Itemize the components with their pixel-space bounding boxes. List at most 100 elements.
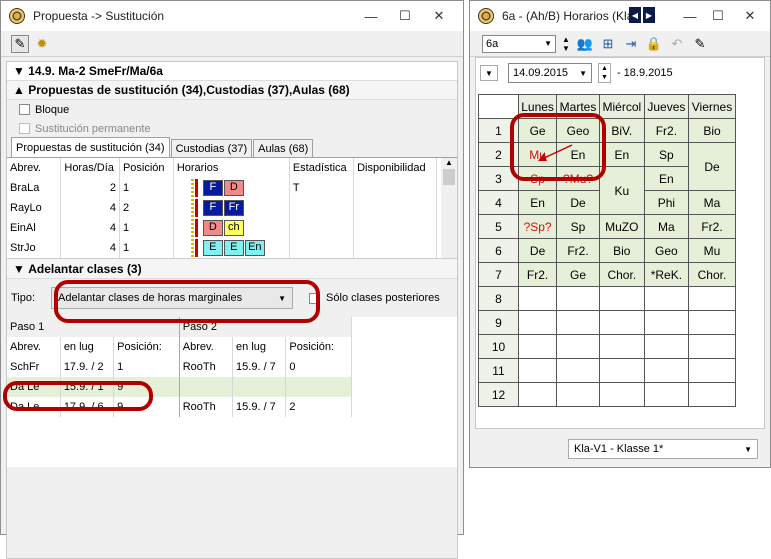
table-row[interactable]: EinAl 4 1 Dch (7, 218, 437, 238)
close-button[interactable]: ✕ (736, 1, 764, 31)
lesson-cell[interactable] (517, 334, 558, 359)
pcol-abrev-2[interactable]: Abrev. (179, 337, 234, 357)
lesson-cell[interactable] (687, 334, 737, 359)
lesson-cell[interactable] (687, 382, 737, 407)
col-availability[interactable]: Disponibilidad (353, 158, 437, 178)
schedule-block[interactable]: F (202, 200, 223, 216)
lesson-cell[interactable] (517, 310, 558, 335)
lesson-cell[interactable]: En (643, 166, 689, 191)
lesson-cell[interactable] (643, 334, 689, 359)
date-picker[interactable]: 14.09.2015 ▼ (508, 63, 592, 83)
lesson-cell[interactable]: Ma (687, 190, 737, 215)
lesson-cell[interactable] (598, 310, 645, 335)
lock-icon[interactable]: 🔒 (645, 35, 663, 53)
grid-icon[interactable]: ⊞ (599, 35, 617, 53)
lesson-cell[interactable]: En (598, 142, 645, 167)
schedule-block[interactable]: ch (223, 220, 244, 236)
nav-next-button[interactable]: ▶ (643, 7, 655, 23)
col-statistics[interactable]: Estadística (289, 158, 355, 178)
maximize-button[interactable]: ☐ (391, 1, 419, 31)
col-position[interactable]: Posición (119, 158, 174, 178)
lesson-cell[interactable]: Ku (598, 166, 645, 215)
undo-icon[interactable]: ↶ (668, 35, 686, 53)
lesson-cell[interactable]: Bio (687, 118, 737, 143)
pcol-pos-1[interactable]: Posición: (113, 337, 180, 357)
lesson-cell[interactable]: Fr2. (687, 214, 737, 239)
lesson-cell[interactable]: Sp (643, 142, 689, 167)
lesson-cell[interactable]: Ge (556, 262, 600, 287)
pcol-abrev-1[interactable]: Abrev. (7, 337, 61, 357)
lesson-cell[interactable] (598, 382, 645, 407)
table-row[interactable]: SchFr 17.9. / 2 1 RooTh 15.9. / 70 (7, 357, 352, 377)
lesson-cell[interactable]: Ma (643, 214, 689, 239)
schedule-block[interactable]: E (223, 240, 244, 256)
spinner-icon[interactable]: ▲ ▼ (561, 35, 571, 53)
lesson-cell[interactable]: De (556, 190, 600, 215)
lesson-cell[interactable] (517, 286, 558, 311)
lesson-cell[interactable]: Fr2. (556, 238, 600, 263)
edit-settings-icon[interactable]: ✎ (691, 35, 709, 53)
tab-custodies[interactable]: Custodias (37) (170, 139, 253, 157)
lesson-cell[interactable]: Chor. (687, 262, 737, 287)
lesson-cell[interactable] (643, 358, 689, 383)
lesson-cell[interactable] (643, 382, 689, 407)
lesson-cell[interactable]: Sp (556, 214, 600, 239)
edit-settings-icon[interactable]: ✎ (11, 34, 29, 53)
schedule-block[interactable]: Fr (223, 200, 244, 216)
lesson-cell[interactable]: BiV. (598, 118, 645, 143)
lesson-cell[interactable] (687, 358, 737, 383)
schedule-block[interactable]: E (202, 240, 223, 256)
col-abrev[interactable]: Abrev. (7, 158, 62, 178)
minimize-button[interactable]: — (676, 1, 704, 31)
lesson-cell[interactable] (556, 310, 600, 335)
pcol-enlug-2[interactable]: en lug (232, 337, 287, 357)
lesson-cell[interactable]: Mu (687, 238, 737, 263)
import-icon[interactable]: ⇥ (622, 35, 640, 53)
tab-rooms[interactable]: Aulas (68) (253, 139, 314, 157)
minimize-button[interactable]: — (357, 1, 385, 31)
lesson-cell[interactable]: De (517, 238, 558, 263)
gear-icon[interactable]: ✹ (33, 35, 51, 53)
lesson-cell[interactable] (598, 358, 645, 383)
lesson-cell[interactable] (517, 382, 558, 407)
lesson-cell[interactable]: En (517, 190, 558, 215)
lesson-cell[interactable] (687, 286, 737, 311)
maximize-button[interactable]: ☐ (704, 1, 732, 31)
class-select[interactable]: 6a ▼ (482, 34, 556, 53)
schedule-block[interactable]: D (223, 180, 244, 196)
tab-proposals[interactable]: Propuestas de sustitución (34) (11, 137, 170, 157)
people-icon[interactable]: 👥 (576, 35, 594, 53)
lesson-cell[interactable] (556, 382, 600, 407)
pcol-enlug-1[interactable]: en lug (60, 337, 115, 357)
lesson-cell[interactable]: Chor. (598, 262, 645, 287)
lesson-cell[interactable]: Phi (643, 190, 689, 215)
lesson-cell[interactable] (598, 334, 645, 359)
lesson-cell[interactable] (556, 358, 600, 383)
permanent-checkbox[interactable]: Sustitución permanente (7, 119, 457, 138)
bloque-checkbox[interactable]: Bloque (7, 100, 457, 119)
lesson-cell[interactable]: Fr2. (643, 118, 689, 143)
lesson-cell[interactable]: MuZO (598, 214, 645, 239)
lesson-cell[interactable] (643, 310, 689, 335)
schedule-block[interactable]: En (244, 240, 265, 256)
collapse-button[interactable]: ▼ (480, 65, 498, 81)
nav-prev-button[interactable]: ◀ (629, 7, 641, 23)
pcol-pos-2[interactable]: Posición: (285, 337, 352, 357)
lesson-cell[interactable]: De (687, 142, 737, 191)
advance-section-header[interactable]: ▼ Adelantar clases (3) (7, 259, 457, 279)
close-button[interactable]: ✕ (425, 1, 453, 31)
table-row[interactable]: RayLo 4 2 F Fr (7, 198, 437, 218)
table-row[interactable]: BraLa 2 1 F D T (7, 178, 437, 198)
proposals-section-header[interactable]: ▲ Propuestas de sustitución (34),Custodi… (7, 81, 457, 100)
date-spinner[interactable]: ▲ ▼ (598, 63, 611, 83)
lesson-cell[interactable]: ?Sp? (517, 214, 558, 239)
schedule-block[interactable]: F (202, 180, 223, 196)
lesson-cell[interactable]: *ReK. (643, 262, 689, 287)
scroll-thumb[interactable] (443, 169, 455, 185)
lesson-cell[interactable]: Geo (643, 238, 689, 263)
lesson-cell[interactable]: Fr2. (517, 262, 558, 287)
lesson-cell[interactable] (598, 286, 645, 311)
lesson-cell[interactable] (556, 334, 600, 359)
scrollbar[interactable]: ▲ (441, 158, 457, 258)
lesson-cell[interactable] (687, 310, 737, 335)
